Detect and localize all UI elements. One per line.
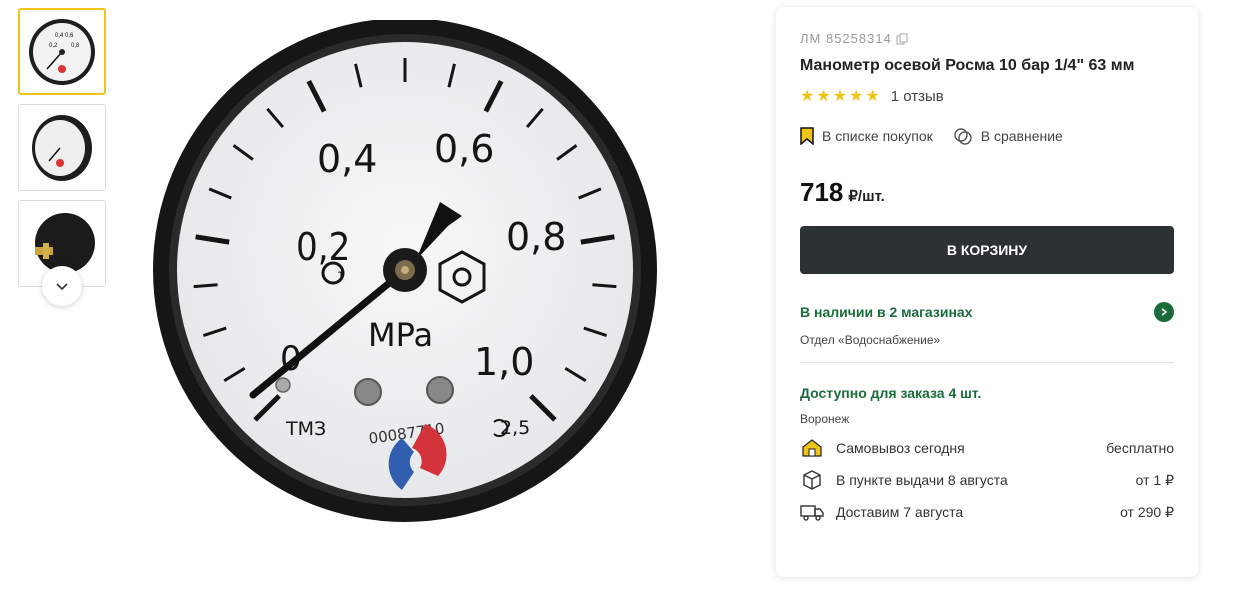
box-icon: [800, 470, 824, 490]
copy-icon[interactable]: [896, 33, 908, 45]
dial-unit: MPa: [368, 316, 433, 354]
svg-text:0,8: 0,8: [71, 43, 80, 49]
gauge-angle-image: [32, 114, 92, 181]
order-city: Воронеж: [800, 412, 850, 426]
product-price: 718 ₽/шт.: [800, 177, 1174, 208]
dial-label: 0,8: [506, 215, 566, 259]
stock-availability[interactable]: В наличии в 2 магазинах: [800, 302, 1174, 322]
dial-label: 1,0: [474, 340, 534, 384]
delivery-option-courier: Доставим 7 августа от 290 ₽: [800, 502, 1174, 522]
screw-right: [426, 376, 454, 404]
store-icon: [800, 438, 824, 458]
sku-text: ЛМ 85258314: [800, 31, 892, 46]
product-main-image: 0,2 0,4 0,6 0,8 1,0 0 MPa ТМЗ 00087710 2…: [153, 20, 657, 522]
star-icon: ★: [816, 87, 831, 105]
delivery-label: Доставим 7 августа: [836, 504, 964, 520]
stock-title: В наличии в 2 магазинах: [800, 304, 973, 320]
delivery-price: от 1 ₽: [1135, 471, 1174, 488]
chevron-down-icon: [56, 283, 68, 291]
thumbnail-1[interactable]: 0,2 0,4 0,6 0,8: [18, 8, 106, 95]
compare-icon: [954, 128, 972, 145]
arrow-right-icon[interactable]: [1154, 302, 1174, 322]
product-sku: ЛМ 85258314: [800, 31, 1174, 46]
svg-text:2,5: 2,5: [500, 417, 530, 439]
accuracy-class-mark: 2,5: [493, 417, 530, 439]
star-icon: ★: [865, 87, 880, 105]
bookmark-icon: [800, 127, 814, 145]
price-unit: ₽/шт.: [848, 188, 885, 205]
truck-icon: [800, 502, 824, 522]
add-to-cart-button[interactable]: В КОРЗИНУ: [800, 226, 1174, 274]
thumbnail-2[interactable]: [18, 104, 106, 191]
product-info-card: ЛМ 85258314 Манометр осевой Росма 10 бар…: [776, 7, 1198, 577]
svg-text:0,4 0,6: 0,4 0,6: [55, 33, 74, 39]
order-availability: Доступно для заказа 4 шт.: [800, 385, 982, 401]
delivery-option-pickpoint: В пункте выдачи 8 августа от 1 ₽: [800, 470, 1174, 490]
dial-label: 0,6: [434, 127, 494, 171]
svg-text:т: т: [338, 266, 345, 282]
compare-label: В сравнение: [980, 128, 1063, 144]
divider: [800, 362, 1174, 363]
gauge-thumbnail-image: 0,2 0,4 0,6 0,8: [29, 18, 95, 85]
dial-tick: [193, 283, 218, 289]
product-rating[interactable]: ★ ★ ★ ★ ★ 1 отзыв: [800, 88, 1174, 105]
delivery-price: от 290 ₽: [1120, 503, 1174, 520]
screw-left: [354, 378, 382, 406]
star-icon: ★: [832, 87, 848, 105]
dial-tick: [592, 283, 617, 289]
product-actions: В списке покупок В сравнение: [800, 127, 1174, 145]
needle-stop-pin: [275, 377, 291, 393]
star-icon: ★: [800, 87, 815, 105]
thumbnails-scroll-down-button[interactable]: [42, 266, 82, 306]
stock-department: Отдел «Водоснабжение»: [800, 333, 941, 347]
dial-label: 0,2: [296, 225, 350, 269]
delivery-option-pickup: Самовывоз сегодня бесплатно: [800, 438, 1174, 458]
delivery-label: В пункте выдачи 8 августа: [836, 472, 1008, 488]
svg-text:0,2: 0,2: [49, 43, 58, 49]
shopping-list-button[interactable]: В списке покупок: [800, 127, 933, 145]
price-value: 718: [800, 177, 844, 207]
thumbnail-gallery: 0,2 0,4 0,6 0,8: [18, 8, 106, 296]
dial-label: 0,4: [317, 137, 377, 181]
star-icon: ★: [849, 87, 864, 105]
reviews-link[interactable]: 1 отзыв: [891, 88, 944, 105]
shopping-list-label: В списке покупок: [822, 128, 933, 144]
delivery-price: бесплатно: [1106, 440, 1174, 456]
product-title: Манометр осевой Росма 10 бар 1/4" 63 мм: [800, 57, 1135, 74]
compare-button[interactable]: В сравнение: [953, 127, 1063, 145]
delivery-label: Самовывоз сегодня: [836, 440, 965, 456]
dial-maker: ТМЗ: [285, 418, 326, 440]
